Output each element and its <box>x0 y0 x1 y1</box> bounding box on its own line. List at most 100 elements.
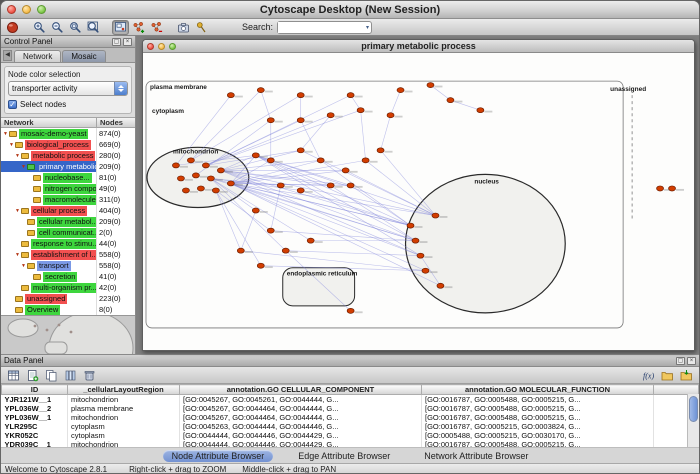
table-cell[interactable]: [GO:0045263, GO:0044444, GO:0044446, G..… <box>180 422 422 431</box>
tree-row[interactable]: ▼establishment of l...558(0) <box>1 249 135 260</box>
float-panel-icon[interactable]: ▢ <box>112 38 121 46</box>
table-cell[interactable]: cytoplasm <box>68 431 180 440</box>
table-cell[interactable]: mitochondrion <box>68 413 180 422</box>
table-column-header[interactable]: annotation.GO MOLECULAR_FUNCTION <box>422 385 654 395</box>
tab-scroll-left-icon[interactable]: ◀ <box>3 50 12 61</box>
tree-row[interactable]: response to stimu...44(0) <box>1 238 135 249</box>
list-attributes-icon[interactable] <box>62 368 79 383</box>
tree-row-label-cell[interactable]: multi-organism pr... <box>1 282 97 293</box>
expander-icon[interactable]: ▼ <box>2 131 9 137</box>
import-attributes-icon[interactable] <box>678 368 695 383</box>
tree-row[interactable]: cellular metabol...209(0) <box>1 216 135 227</box>
close-data-panel-icon[interactable]: × <box>687 357 696 365</box>
network-view-titlebar[interactable]: primary metabolic process <box>143 40 694 53</box>
search-input[interactable] <box>278 22 364 33</box>
tree-row-label-cell[interactable]: ▼metabolic process <box>1 150 97 161</box>
function-builder-icon[interactable]: f(x) <box>640 368 657 383</box>
open-folder-icon[interactable] <box>659 368 676 383</box>
expander-icon[interactable]: ▼ <box>20 263 27 269</box>
tree-row-label-cell[interactable]: nucleobase... <box>1 172 97 183</box>
network-graph[interactable]: plasma membranecytoplasmmitochondrionnuc… <box>143 53 694 350</box>
table-cell[interactable]: mitochondrion <box>68 440 180 447</box>
tree-row-label-cell[interactable]: ▼transport <box>1 260 97 271</box>
tree-row[interactable]: unassigned223(0) <box>1 293 135 304</box>
tab-network[interactable]: Network <box>14 50 61 62</box>
birdseye-view-panel[interactable] <box>1 315 135 354</box>
tree-row[interactable]: ▼transport558(0) <box>1 260 135 271</box>
tab-node-attribute-browser[interactable]: Node Attribute Browser <box>163 450 274 462</box>
tree-row[interactable]: ▼cellular process404(0) <box>1 205 135 216</box>
snapshot-icon[interactable] <box>175 20 192 35</box>
select-attributes-icon[interactable] <box>5 368 22 383</box>
tab-edge-attribute-browser[interactable]: Edge Attribute Browser <box>289 450 399 462</box>
tree-row-label-cell[interactable]: ▼establishment of l... <box>1 249 97 260</box>
new-session-icon[interactable] <box>4 20 21 35</box>
table-row[interactable]: YKR052Ccytoplasm[GO:0044444, GO:0044446,… <box>2 431 699 440</box>
create-attribute-icon[interactable] <box>24 368 41 383</box>
table-cell[interactable]: [GO:0045267, GO:0045261, GO:0044444, G..… <box>180 395 422 405</box>
table-column-header[interactable]: annotation.GO CELLULAR_COMPONENT <box>180 385 422 395</box>
tree-row-label-cell[interactable]: unassigned <box>1 293 97 304</box>
table-cell[interactable]: plasma membrane <box>68 404 180 413</box>
float-data-panel-icon[interactable]: ▢ <box>676 357 685 365</box>
table-column-header[interactable]: ID <box>2 385 68 395</box>
tree-row[interactable]: ▼biological_process669(0) <box>1 139 135 150</box>
tree-row[interactable]: nitrogen compo...49(0) <box>1 183 135 194</box>
tree-row-label-cell[interactable]: ▼biological_process <box>1 139 97 150</box>
expander-icon[interactable]: ▼ <box>14 252 21 258</box>
zoom-fit-icon[interactable] <box>85 20 102 35</box>
network-canvas[interactable]: plasma membranecytoplasmmitochondrionnuc… <box>143 53 694 350</box>
expander-icon[interactable]: ▼ <box>20 164 27 170</box>
destroy-network-icon[interactable] <box>148 20 165 35</box>
tree-row[interactable]: cell communicat...2(0) <box>1 227 135 238</box>
table-scrollbar-thumb[interactable] <box>689 396 698 422</box>
table-cell[interactable]: YJR121W__1 <box>2 395 68 405</box>
tree-row[interactable]: macromolecule...311(0) <box>1 194 135 205</box>
combo-arrows-icon[interactable] <box>114 82 127 95</box>
table-cell[interactable]: [GO:0044444, GO:0044446, GO:0044429, G..… <box>180 440 422 447</box>
tab-mosaic[interactable]: Mosaic <box>62 50 105 62</box>
table-cell[interactable]: YPL036W__2 <box>2 404 68 413</box>
tree-row[interactable]: ▼mosaic-demo-yeast874(0) <box>1 128 135 139</box>
table-cell[interactable]: YDR039C__1 <box>2 440 68 447</box>
zoom-out-icon[interactable] <box>49 20 66 35</box>
table-cell[interactable]: [GO:0005488, GO:0005215, GO:0030170, G..… <box>422 431 654 440</box>
table-cell[interactable]: YPL036W__1 <box>2 413 68 422</box>
table-cell[interactable]: cytoplasm <box>68 422 180 431</box>
table-cell[interactable]: YKR052C <box>2 431 68 440</box>
table-row[interactable]: YDR039C__1mitochondrion[GO:0044444, GO:0… <box>2 440 699 447</box>
table-cell[interactable]: [GO:0016787, GO:0005488, GO:0005215, G..… <box>422 395 654 405</box>
tree-row[interactable]: multi-organism pr...42(0) <box>1 282 135 293</box>
tree-row[interactable]: secretion41(0) <box>1 271 135 282</box>
tree-row-label-cell[interactable]: macromolecule... <box>1 194 97 205</box>
tree-row-label-cell[interactable]: cell communicat... <box>1 227 97 238</box>
table-cell[interactable]: [GO:0044444, GO:0044446, GO:0044429, G..… <box>180 431 422 440</box>
table-cell[interactable]: [GO:0016787, GO:0005488, GO:0005215, G..… <box>422 440 654 447</box>
annotation-icon[interactable] <box>193 20 210 35</box>
zoom-selected-region-icon[interactable] <box>67 20 84 35</box>
expander-icon[interactable]: ▼ <box>14 153 21 159</box>
search-field[interactable]: ▾ <box>277 21 372 34</box>
table-cell[interactable]: [GO:0016787, GO:0005215, GO:0003824, G..… <box>422 422 654 431</box>
table-cell[interactable]: [GO:0045267, GO:0044464, GO:0044444, G..… <box>180 404 422 413</box>
table-row[interactable]: YLR295Ccytoplasm[GO:0045263, GO:0044444,… <box>2 422 699 431</box>
network-view-window[interactable]: primary metabolic process plasma membran… <box>142 39 695 351</box>
tree-row-label-cell[interactable]: cellular metabol... <box>1 216 97 227</box>
node-color-combo[interactable]: transporter activity <box>8 81 128 96</box>
table-cell[interactable]: [GO:0016787, GO:0005488, GO:0005215, G..… <box>422 413 654 422</box>
tree-row[interactable]: Overview8(0) <box>1 304 135 315</box>
close-panel-icon[interactable]: × <box>123 38 132 46</box>
table-cell[interactable]: [GO:0045267, GO:0044464, GO:0044444, G..… <box>180 413 422 422</box>
birdseye-view-icon[interactable] <box>112 20 129 35</box>
tree-row-label-cell[interactable]: ▼primary metabolic process <box>1 161 97 172</box>
table-cell[interactable]: YLR295C <box>2 422 68 431</box>
copy-attribute-icon[interactable] <box>43 368 60 383</box>
create-network-icon[interactable] <box>130 20 147 35</box>
expander-icon[interactable]: ▼ <box>14 208 21 214</box>
table-cell[interactable]: mitochondrion <box>68 395 180 405</box>
delete-attribute-icon[interactable] <box>81 368 98 383</box>
expander-icon[interactable]: ▼ <box>8 142 15 148</box>
table-column-header[interactable]: _cellularLayoutRegion <box>68 385 180 395</box>
table-row[interactable]: YPL036W__2plasma membrane[GO:0045267, GO… <box>2 404 699 413</box>
tree-row-label-cell[interactable]: ▼mosaic-demo-yeast <box>1 128 97 139</box>
